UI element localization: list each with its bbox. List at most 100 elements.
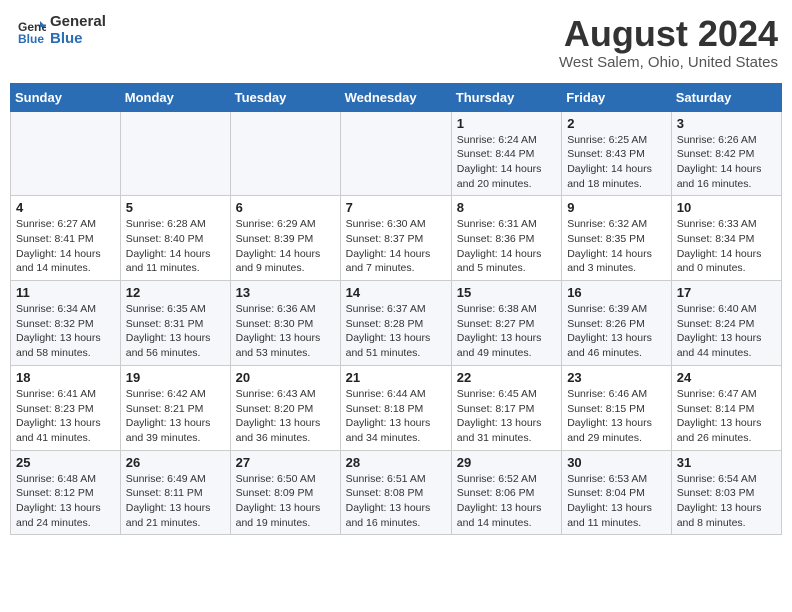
day-info: Sunrise: 6:42 AM Sunset: 8:21 PM Dayligh… [126, 387, 225, 446]
day-number: 2 [567, 116, 666, 131]
month-title: August 2024 [559, 14, 778, 54]
week-row-1: 1Sunrise: 6:24 AM Sunset: 8:44 PM Daylig… [11, 111, 782, 196]
svg-text:Blue: Blue [18, 32, 44, 45]
week-row-3: 11Sunrise: 6:34 AM Sunset: 8:32 PM Dayli… [11, 281, 782, 366]
calendar-cell: 1Sunrise: 6:24 AM Sunset: 8:44 PM Daylig… [451, 111, 561, 196]
day-number: 16 [567, 285, 666, 300]
calendar-cell: 3 Sunrise: 6:26 AM Sunset: 8:42 PM Daylig… [671, 111, 781, 196]
day-number: 9 [567, 200, 666, 215]
calendar-cell: 15 Sunrise: 6:38 AM Sunset: 8:27 PM Dayli… [451, 281, 561, 366]
day-number: 29 [457, 455, 556, 470]
day-number: 12 [126, 285, 225, 300]
day-info: Sunrise: 6:36 AM Sunset: 8:30 PM Dayligh… [236, 302, 335, 361]
calendar-cell: 28Sunrise: 6:51 AM Sunset: 8:08 PM Dayli… [340, 450, 451, 535]
title-area: August 2024 West Salem, Ohio, United Sta… [559, 14, 778, 71]
day-info: Sunrise: 6:45 AM Sunset: 8:17 PM Dayligh… [457, 387, 556, 446]
day-info: Sunrise: 6:54 AM Sunset: 8:03 PM Dayligh… [677, 472, 776, 531]
day-info: Sunrise: 6:29 AM Sunset: 8:39 PM Dayligh… [236, 217, 335, 276]
weekday-header-sunday: Sunday [11, 83, 121, 111]
day-info: Sunrise: 6:48 AM Sunset: 8:12 PM Dayligh… [16, 472, 115, 531]
calendar-cell: 31 Sunrise: 6:54 AM Sunset: 8:03 PM Dayli… [671, 450, 781, 535]
calendar-cell: 24Sunrise: 6:47 AM Sunset: 8:14 PM Dayli… [671, 365, 781, 450]
day-number: 23 [567, 370, 666, 385]
calendar-cell: 18Sunrise: 6:41 AM Sunset: 8:23 PM Dayli… [11, 365, 121, 450]
day-info: Sunrise: 6:30 AM Sunset: 8:37 PM Dayligh… [346, 217, 446, 276]
day-number: 24 [677, 370, 776, 385]
calendar-cell: 6Sunrise: 6:29 AM Sunset: 8:39 PM Daylig… [230, 196, 340, 281]
week-row-2: 4Sunrise: 6:27 AM Sunset: 8:41 PM Daylig… [11, 196, 782, 281]
calendar-cell: 16 Sunrise: 6:39 AM Sunset: 8:26 PM Dayli… [562, 281, 672, 366]
day-number: 21 [346, 370, 446, 385]
calendar-cell: 10 Sunrise: 6:33 AM Sunset: 8:34 PM Dayli… [671, 196, 781, 281]
logo-general-text: General [50, 14, 106, 31]
calendar: SundayMondayTuesdayWednesdayThursdayFrid… [10, 83, 782, 536]
day-number: 8 [457, 200, 556, 215]
day-info: Sunrise: 6:38 AM Sunset: 8:27 PM Dayligh… [457, 302, 556, 361]
day-number: 22 [457, 370, 556, 385]
weekday-header-row: SundayMondayTuesdayWednesdayThursdayFrid… [11, 83, 782, 111]
day-number: 20 [236, 370, 335, 385]
calendar-cell: 30 Sunrise: 6:53 AM Sunset: 8:04 PM Dayli… [562, 450, 672, 535]
calendar-cell: 7 Sunrise: 6:30 AM Sunset: 8:37 PM Daylig… [340, 196, 451, 281]
calendar-cell: 5Sunrise: 6:28 AM Sunset: 8:40 PM Daylig… [120, 196, 230, 281]
day-info: Sunrise: 6:24 AM Sunset: 8:44 PM Dayligh… [457, 133, 556, 192]
day-number: 30 [567, 455, 666, 470]
day-info: Sunrise: 6:39 AM Sunset: 8:26 PM Dayligh… [567, 302, 666, 361]
logo-text: General Blue [50, 14, 106, 47]
day-info: Sunrise: 6:32 AM Sunset: 8:35 PM Dayligh… [567, 217, 666, 276]
calendar-cell [120, 111, 230, 196]
calendar-cell [340, 111, 451, 196]
day-info: Sunrise: 6:37 AM Sunset: 8:28 PM Dayligh… [346, 302, 446, 361]
header: General Blue General Blue August 2024 We… [10, 10, 782, 75]
weekday-header-monday: Monday [120, 83, 230, 111]
day-number: 14 [346, 285, 446, 300]
day-number: 18 [16, 370, 115, 385]
day-number: 17 [677, 285, 776, 300]
weekday-header-saturday: Saturday [671, 83, 781, 111]
day-number: 19 [126, 370, 225, 385]
calendar-body: 1Sunrise: 6:24 AM Sunset: 8:44 PM Daylig… [11, 111, 782, 535]
calendar-cell: 12 Sunrise: 6:35 AM Sunset: 8:31 PM Dayli… [120, 281, 230, 366]
day-info: Sunrise: 6:35 AM Sunset: 8:31 PM Dayligh… [126, 302, 225, 361]
calendar-cell: 17 Sunrise: 6:40 AM Sunset: 8:24 PM Dayli… [671, 281, 781, 366]
week-row-4: 18Sunrise: 6:41 AM Sunset: 8:23 PM Dayli… [11, 365, 782, 450]
calendar-cell: 9 Sunrise: 6:32 AM Sunset: 8:35 PM Daylig… [562, 196, 672, 281]
day-info: Sunrise: 6:28 AM Sunset: 8:40 PM Dayligh… [126, 217, 225, 276]
calendar-cell: 11Sunrise: 6:34 AM Sunset: 8:32 PM Dayli… [11, 281, 121, 366]
weekday-header-friday: Friday [562, 83, 672, 111]
calendar-cell: 27Sunrise: 6:50 AM Sunset: 8:09 PM Dayli… [230, 450, 340, 535]
calendar-cell: 26Sunrise: 6:49 AM Sunset: 8:11 PM Dayli… [120, 450, 230, 535]
day-info: Sunrise: 6:33 AM Sunset: 8:34 PM Dayligh… [677, 217, 776, 276]
calendar-cell: 2 Sunrise: 6:25 AM Sunset: 8:43 PM Daylig… [562, 111, 672, 196]
weekday-header-wednesday: Wednesday [340, 83, 451, 111]
calendar-cell [11, 111, 121, 196]
logo: General Blue General Blue [18, 14, 106, 47]
calendar-cell: 19 Sunrise: 6:42 AM Sunset: 8:21 PM Dayli… [120, 365, 230, 450]
day-number: 3 [677, 116, 776, 131]
day-info: Sunrise: 6:46 AM Sunset: 8:15 PM Dayligh… [567, 387, 666, 446]
day-info: Sunrise: 6:40 AM Sunset: 8:24 PM Dayligh… [677, 302, 776, 361]
calendar-cell: 25 Sunrise: 6:48 AM Sunset: 8:12 PM Dayli… [11, 450, 121, 535]
day-info: Sunrise: 6:26 AM Sunset: 8:42 PM Dayligh… [677, 133, 776, 192]
logo-icon: General Blue [18, 17, 46, 45]
day-number: 7 [346, 200, 446, 215]
day-info: Sunrise: 6:51 AM Sunset: 8:08 PM Dayligh… [346, 472, 446, 531]
weekday-header-tuesday: Tuesday [230, 83, 340, 111]
day-info: Sunrise: 6:25 AM Sunset: 8:43 PM Dayligh… [567, 133, 666, 192]
day-number: 31 [677, 455, 776, 470]
calendar-cell: 4Sunrise: 6:27 AM Sunset: 8:41 PM Daylig… [11, 196, 121, 281]
day-number: 10 [677, 200, 776, 215]
day-info: Sunrise: 6:27 AM Sunset: 8:41 PM Dayligh… [16, 217, 115, 276]
day-info: Sunrise: 6:53 AM Sunset: 8:04 PM Dayligh… [567, 472, 666, 531]
day-info: Sunrise: 6:43 AM Sunset: 8:20 PM Dayligh… [236, 387, 335, 446]
day-info: Sunrise: 6:34 AM Sunset: 8:32 PM Dayligh… [16, 302, 115, 361]
day-info: Sunrise: 6:52 AM Sunset: 8:06 PM Dayligh… [457, 472, 556, 531]
calendar-cell: 23 Sunrise: 6:46 AM Sunset: 8:15 PM Dayli… [562, 365, 672, 450]
day-info: Sunrise: 6:44 AM Sunset: 8:18 PM Dayligh… [346, 387, 446, 446]
location: West Salem, Ohio, United States [559, 54, 778, 71]
calendar-cell [230, 111, 340, 196]
calendar-cell: 20 Sunrise: 6:43 AM Sunset: 8:20 PM Dayli… [230, 365, 340, 450]
day-info: Sunrise: 6:49 AM Sunset: 8:11 PM Dayligh… [126, 472, 225, 531]
day-number: 15 [457, 285, 556, 300]
day-number: 25 [16, 455, 115, 470]
